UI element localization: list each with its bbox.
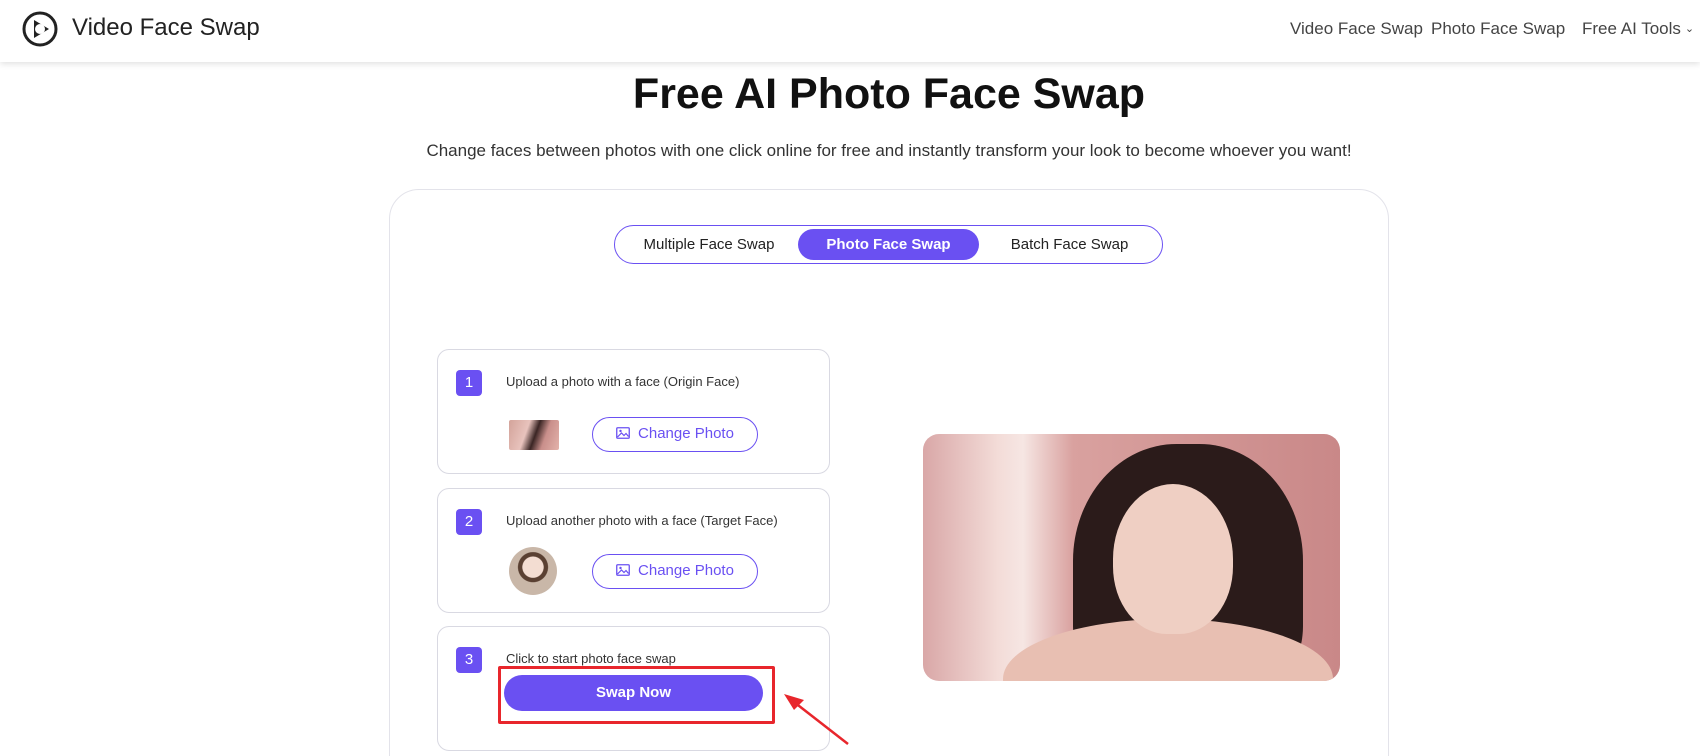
page-subtitle: Change faces between photos with one cli… [426, 141, 1352, 160]
nav-free-ai-tools[interactable]: Free AI Tools ⌄ [1582, 19, 1694, 39]
tab-batch-face-swap[interactable]: Batch Face Swap [979, 229, 1160, 260]
change-photo-label: Change Photo [638, 425, 734, 442]
nav-video-face-swap[interactable]: Video Face Swap [1290, 19, 1423, 39]
page-title: Free AI Photo Face Swap [632, 70, 1146, 118]
result-preview-image [923, 434, 1340, 681]
step-number: 3 [456, 647, 482, 673]
nav-free-ai-tools-label: Free AI Tools [1582, 19, 1681, 38]
step-number: 2 [456, 509, 482, 535]
brand-name[interactable]: Video Face Swap [72, 14, 260, 42]
tab-multiple-face-swap[interactable]: Multiple Face Swap [619, 229, 799, 260]
logo-icon[interactable] [22, 11, 58, 47]
change-origin-photo-button[interactable]: Change Photo [592, 417, 758, 452]
top-header: Video Face Swap Video Face Swap Photo Fa… [0, 0, 1700, 62]
red-arrow-icon [784, 694, 849, 745]
step-origin-face: 1 Upload a photo with a face (Origin Fac… [437, 349, 830, 474]
tab-photo-face-swap[interactable]: Photo Face Swap [798, 229, 979, 260]
target-face-thumbnail [509, 547, 557, 595]
swap-now-button[interactable]: Swap Now [504, 675, 763, 711]
image-icon [616, 427, 630, 439]
step-label: Upload another photo with a face (Target… [506, 513, 778, 528]
mode-tabs: Multiple Face Swap Photo Face Swap Batch… [614, 225, 1163, 264]
image-icon [616, 564, 630, 576]
step-label: Click to start photo face swap [506, 651, 676, 666]
change-target-photo-button[interactable]: Change Photo [592, 554, 758, 589]
step-target-face: 2 Upload another photo with a face (Targ… [437, 488, 830, 613]
nav-photo-face-swap[interactable]: Photo Face Swap [1431, 19, 1565, 39]
result-face-shape [1113, 484, 1233, 634]
step-number: 1 [456, 370, 482, 396]
chevron-down-icon: ⌄ [1684, 23, 1695, 35]
origin-face-thumbnail [509, 420, 559, 450]
change-photo-label: Change Photo [638, 562, 734, 579]
step-label: Upload a photo with a face (Origin Face) [506, 374, 740, 389]
